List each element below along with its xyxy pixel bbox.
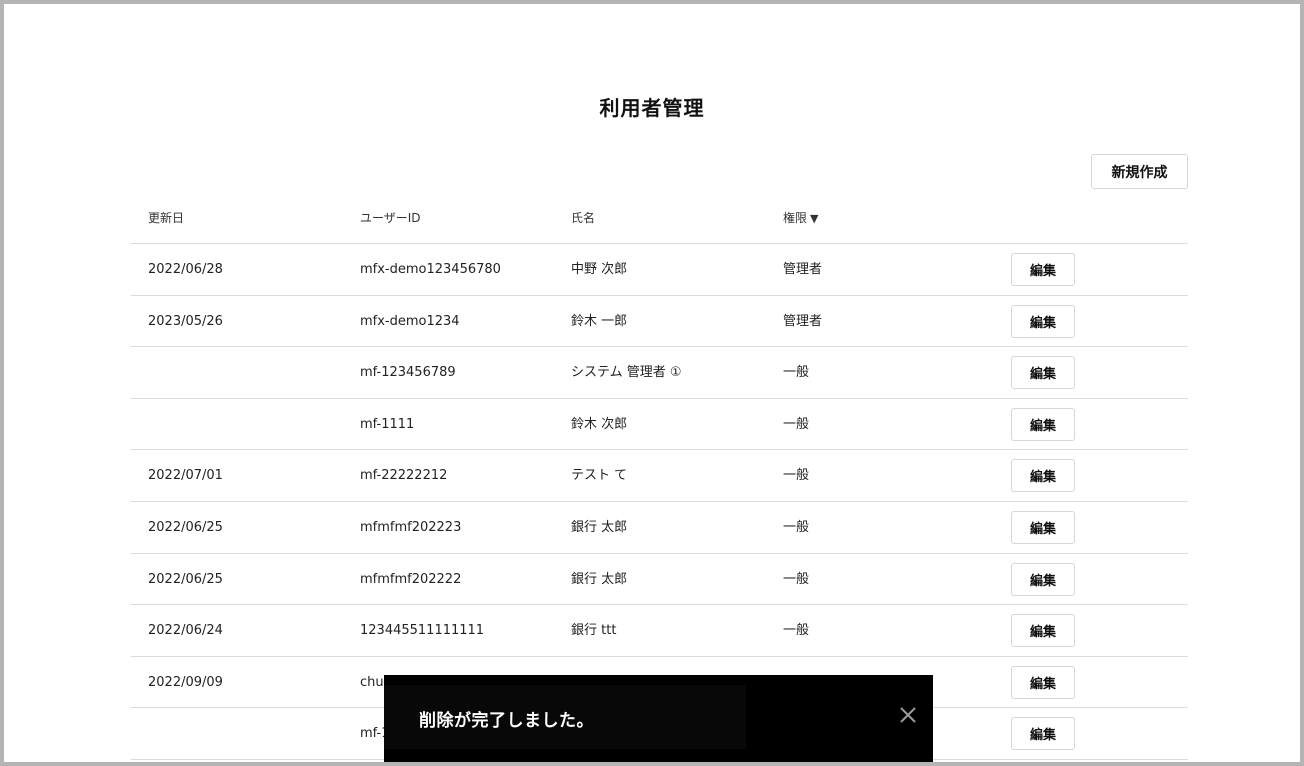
cell-user-id: mfmfmf202223	[360, 519, 462, 535]
cell-updated: 2022/07/01	[148, 468, 223, 484]
edit-button[interactable]: 編集	[1011, 562, 1075, 596]
cell-user-id: 123445511111111	[360, 623, 485, 639]
header-name: 氏名	[571, 211, 596, 225]
header-user-id: ユーザーID	[360, 211, 421, 225]
cell-role: 一般	[783, 623, 810, 639]
table-row: 2022/06/25 mfmfmf202223 銀行 太郎 一般 編集	[131, 502, 1188, 554]
header-updated: 更新日	[148, 211, 185, 225]
cell-updated	[148, 347, 338, 398]
edit-button[interactable]: 編集	[1011, 614, 1075, 648]
edit-button[interactable]: 編集	[1011, 253, 1075, 286]
table-row: mf-123456789 システム 管理者 ① 一般 編集	[131, 347, 1188, 399]
table-row: 2022/06/28 mfx-demo123456780 中野 次郎 管理者 編…	[131, 244, 1188, 296]
edit-button[interactable]: 編集	[1011, 665, 1075, 699]
cell-role: 一般	[783, 416, 810, 432]
close-icon[interactable]	[896, 703, 920, 727]
cell-role: 一般	[783, 468, 810, 484]
cell-updated	[148, 399, 338, 450]
cell-user-id: mfmfmf202222	[360, 571, 462, 587]
edit-button[interactable]: 編集	[1011, 356, 1075, 390]
new-user-button[interactable]: 新規作成	[1091, 154, 1188, 189]
table-row: 2022/07/01 mf-22222212 テスト て 一般 編集	[131, 450, 1188, 502]
table-row: mf-1111 鈴木 次郎 一般 編集	[131, 399, 1188, 451]
cell-user-id: mfx-demo123456780	[360, 262, 501, 277]
close-icon-graphic[interactable]	[896, 703, 920, 727]
cell-updated: 2022/06/28	[148, 262, 223, 277]
page-title: 利用者管理	[599, 96, 705, 120]
table-header: 更新日 ユーザーID 氏名 権限 ▼	[131, 192, 1188, 244]
edit-button[interactable]: 編集	[1011, 510, 1075, 544]
cell-updated	[148, 708, 338, 759]
cell-role: 一般	[783, 365, 810, 381]
cell-role: 一般	[783, 571, 810, 587]
toast-notification: 削除が完了しました。	[384, 675, 933, 762]
toast-message: 削除が完了しました。	[419, 711, 594, 731]
edit-button[interactable]: 編集	[1011, 717, 1075, 751]
cell-name: 銀行 太郎	[571, 519, 628, 535]
cell-role: 一般	[783, 519, 810, 535]
cell-role: 管理者	[783, 262, 823, 277]
cell-name: 鈴木 一郎	[571, 313, 628, 329]
table-row: 2023/05/26 mfx-demo1234 鈴木 一郎 管理者 編集	[131, 296, 1188, 348]
cell-name: 鈴木 次郎	[571, 416, 628, 432]
cell-user-id: mf-1111	[360, 416, 415, 432]
edit-button[interactable]: 編集	[1011, 459, 1075, 493]
header-role-label[interactable]: 権限	[783, 211, 807, 225]
edit-button[interactable]: 編集	[1011, 304, 1075, 338]
cell-updated: 2022/06/25	[148, 519, 223, 535]
sort-down-icon[interactable]: ▼	[810, 212, 818, 225]
cell-updated: 2022/06/25	[148, 571, 223, 587]
header-role[interactable]: 権限 ▼	[783, 192, 983, 244]
cell-updated: 2023/05/26	[148, 313, 223, 329]
cell-name: 銀行 太郎	[571, 571, 628, 587]
table-row: 2022/06/24 123445511111111 銀行 ttt 一般 編集	[131, 605, 1188, 657]
cell-updated: 2022/06/24	[148, 623, 223, 639]
cell-user-id: mf-123456789	[360, 365, 456, 381]
cell-user-id: mfx-demo1234	[360, 313, 460, 329]
app-window: 利用者管理 新規作成 更新日 ユーザーID 氏名 権限 ▼ 2022/06/28 …	[0, 0, 1304, 766]
cell-name: 銀行 ttt	[571, 623, 617, 639]
cell-name: テスト て	[571, 468, 628, 484]
cell-name: システム 管理者 ①	[571, 365, 682, 381]
table-row: 2022/06/25 mfmfmf202222 銀行 太郎 一般 編集	[131, 554, 1188, 606]
cell-user-id: mf-22222212	[360, 468, 448, 484]
cell-name: 中野 次郎	[571, 262, 628, 277]
cell-role: 管理者	[783, 313, 823, 329]
edit-button[interactable]: 編集	[1011, 407, 1075, 441]
cell-updated: 2022/09/09	[148, 674, 223, 690]
